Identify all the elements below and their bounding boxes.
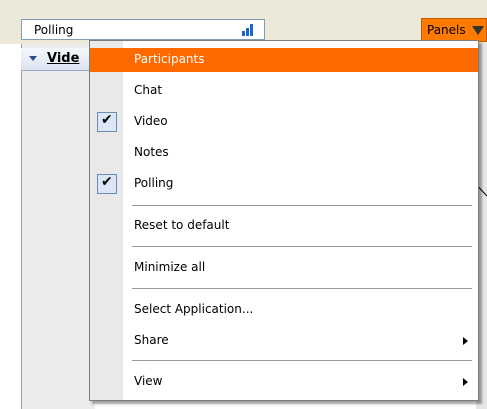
- polling-panel-field[interactable]: Polling: [21, 19, 265, 40]
- menu-item-view[interactable]: View: [90, 370, 478, 394]
- video-panel-title: Vide: [47, 51, 80, 66]
- signal-bars-icon: [242, 24, 254, 36]
- video-panel-header[interactable]: Vide: [21, 48, 94, 71]
- menu-item-share[interactable]: Share: [90, 329, 478, 353]
- menu-item-label: Video: [134, 114, 168, 128]
- panels-dropdown-menu: Participants Chat ✔ Video Notes ✔ Pollin…: [89, 40, 479, 401]
- panels-button-label: Panels: [427, 23, 466, 37]
- menu-item-label: Select Application...: [134, 302, 254, 316]
- menu-separator: [132, 288, 472, 289]
- menu-separator: [132, 246, 472, 247]
- menu-item-select-application[interactable]: Select Application...: [90, 298, 478, 322]
- menu-item-label: Minimize all: [134, 260, 206, 274]
- menu-item-video[interactable]: ✔ Video: [90, 110, 478, 134]
- menu-item-label: Share: [134, 333, 169, 347]
- menu-item-label: Participants: [134, 52, 205, 66]
- menu-item-chat[interactable]: Chat: [90, 79, 478, 103]
- menu-item-label: Polling: [134, 176, 174, 190]
- submenu-arrow-icon: [463, 337, 468, 345]
- left-panel: [21, 44, 95, 409]
- menu-separator: [132, 205, 472, 206]
- checkmark-icon: ✔: [97, 174, 117, 194]
- polling-field-label: Polling: [34, 23, 74, 37]
- dropdown-arrow-icon: [472, 26, 484, 35]
- panels-button[interactable]: Panels: [421, 18, 487, 42]
- submenu-arrow-icon: [463, 378, 468, 386]
- menu-item-notes[interactable]: Notes: [90, 141, 478, 165]
- menu-item-participants[interactable]: Participants: [90, 48, 478, 72]
- menu-item-label: Reset to default: [134, 218, 230, 232]
- menu-item-minimize-all[interactable]: Minimize all: [90, 256, 478, 280]
- menu-item-label: View: [134, 374, 163, 388]
- menu-item-label: Chat: [134, 83, 163, 97]
- menu-item-reset-to-default[interactable]: Reset to default: [90, 214, 478, 238]
- checkmark-icon: ✔: [97, 112, 117, 132]
- collapse-caret-icon[interactable]: [29, 56, 37, 61]
- menu-separator: [132, 360, 472, 361]
- menu-item-polling[interactable]: ✔ Polling: [90, 172, 478, 196]
- menu-item-label: Notes: [134, 145, 169, 159]
